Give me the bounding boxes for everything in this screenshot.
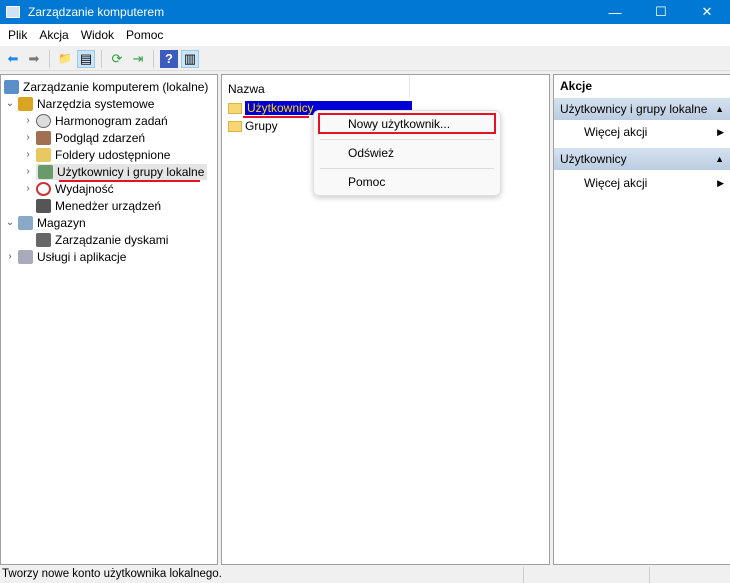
refresh-icon[interactable]: ⟳ — [108, 50, 126, 68]
status-divider — [523, 567, 524, 583]
tree-label: Usługi i aplikacje — [37, 249, 127, 264]
action-group-users[interactable]: Użytkownicy ▲ — [554, 148, 730, 170]
action-group-local-users-groups[interactable]: Użytkownicy i grupy lokalne ▲ — [554, 98, 730, 120]
menu-separator — [320, 139, 494, 140]
close-button[interactable]: ✕ — [684, 0, 730, 24]
tree-label: Zarządzanie dyskami — [55, 232, 169, 247]
export-list-icon[interactable]: ⇥ — [129, 50, 147, 68]
list-item-groups[interactable]: Grupy — [228, 118, 278, 134]
tree-item-shared-folders[interactable]: › Foldery udostępnione — [22, 146, 170, 163]
back-arrow-icon[interactable]: ⬅ — [4, 50, 22, 68]
tree-label: Harmonogram zadań — [55, 113, 168, 128]
chevron-right-icon[interactable]: › — [22, 166, 34, 177]
menu-separator — [320, 168, 494, 169]
tree-label: Menedżer urządzeń — [55, 198, 162, 213]
device-manager-icon — [36, 198, 51, 213]
tree-item-services-apps[interactable]: › Usługi i aplikacje — [4, 248, 126, 265]
actions-pane: Akcje Użytkownicy i grupy lokalne ▲ Więce… — [553, 74, 730, 565]
action-more-actions[interactable]: Więcej akcji ▶ — [584, 122, 730, 142]
action-group-label: Użytkownicy — [560, 152, 627, 166]
computer-icon — [4, 79, 19, 94]
action-label: Więcej akcji — [584, 176, 648, 190]
column-header-name[interactable]: Nazwa — [228, 82, 265, 96]
collapse-triangle-icon[interactable]: ▲ — [715, 104, 724, 114]
tree-label: Wydajność — [55, 181, 114, 196]
menu-akcja[interactable]: Akcja — [33, 28, 74, 42]
folder-icon — [228, 102, 242, 114]
toolbar-separator — [153, 49, 154, 68]
submenu-arrow-icon: ▶ — [717, 126, 724, 137]
tree-item-performance[interactable]: › Wydajność — [22, 180, 114, 197]
actions-title: Akcje — [560, 79, 593, 93]
chevron-right-icon[interactable]: › — [22, 149, 34, 160]
status-bar: Tworzy nowe konto użytkownika lokalnego. — [0, 565, 730, 583]
chevron-right-icon[interactable]: › — [22, 183, 34, 194]
action-more-actions[interactable]: Więcej akcji ▶ — [584, 173, 730, 193]
menu-item-new-user[interactable]: Nowy użytkownik... — [348, 117, 450, 131]
up-folder-icon[interactable]: 📁 — [56, 50, 74, 68]
tree-label: Zarządzanie komputerem (lokalne) — [23, 79, 209, 94]
tree-item-storage[interactable]: ⌄ Magazyn — [4, 214, 86, 231]
computer-management-icon — [6, 6, 20, 18]
title-bar: Zarządzanie komputerem — ☐ ✕ — [0, 0, 730, 24]
tree-item-system-tools[interactable]: ⌄ Narzędzia systemowe — [4, 95, 154, 112]
toolbar-separator — [101, 49, 102, 68]
show-hide-action-pane-icon[interactable]: ▥ — [181, 49, 199, 68]
event-log-icon — [36, 130, 51, 145]
tree-item-computer-management[interactable]: Zarządzanie komputerem (lokalne) — [4, 78, 208, 95]
clock-icon — [36, 113, 51, 128]
help-icon[interactable]: ? — [160, 49, 178, 68]
services-icon — [18, 249, 33, 264]
action-group-label: Użytkownicy i grupy lokalne — [560, 102, 708, 116]
minimize-button[interactable]: — — [592, 0, 638, 24]
chevron-down-icon[interactable]: ⌄ — [4, 217, 16, 228]
forward-arrow-icon[interactable]: ➡ — [25, 50, 43, 68]
collapse-triangle-icon[interactable]: ▲ — [715, 154, 724, 164]
disk-icon — [36, 232, 51, 247]
menu-widok[interactable]: Widok — [75, 28, 120, 42]
context-menu: Nowy użytkownik... Odśwież Pomoc — [313, 110, 501, 196]
maximize-button[interactable]: ☐ — [638, 0, 684, 24]
chevron-down-icon[interactable]: ⌄ — [4, 98, 16, 109]
column-divider[interactable] — [409, 75, 410, 97]
tree-item-local-users-groups[interactable]: › Użytkownicy i grupy lokalne — [22, 163, 208, 180]
tree-item-task-scheduler[interactable]: › Harmonogram zadań — [22, 112, 168, 129]
users-icon — [38, 164, 53, 179]
list-item-label: Grupy — [245, 119, 278, 133]
status-text: Tworzy nowe konto użytkownika lokalnego. — [2, 568, 222, 580]
tree-label: Narzędzia systemowe — [37, 96, 155, 111]
tree-label: Foldery udostępnione — [55, 147, 171, 162]
menu-plik[interactable]: Plik — [2, 28, 33, 42]
window-title: Zarządzanie komputerem — [28, 5, 165, 19]
menu-item-help[interactable]: Pomoc — [348, 175, 385, 189]
menu-item-refresh[interactable]: Odśwież — [348, 146, 394, 160]
chevron-right-icon[interactable]: › — [22, 115, 34, 126]
tools-icon — [18, 96, 33, 111]
storage-icon — [18, 215, 33, 230]
toolbar: ⬅ ➡ 📁 ▤ ⟳ ⇥ ? ▥ — [0, 47, 730, 71]
folder-icon — [228, 120, 242, 132]
tree-label: Podgląd zdarzeń — [55, 130, 146, 145]
status-divider — [649, 567, 650, 583]
tree-item-event-viewer[interactable]: › Podgląd zdarzeń — [22, 129, 145, 146]
console-tree: Zarządzanie komputerem (lokalne) ⌄ Narzęd… — [0, 74, 218, 565]
chevron-right-icon[interactable]: › — [4, 251, 16, 262]
submenu-arrow-icon: ▶ — [717, 177, 724, 188]
chevron-right-icon[interactable]: › — [22, 132, 34, 143]
show-hide-tree-icon[interactable]: ▤ — [77, 49, 95, 68]
tree-item-disk-management[interactable]: Zarządzanie dyskami — [22, 231, 168, 248]
performance-icon — [36, 181, 51, 196]
menu-bar: Plik Akcja Widok Pomoc — [0, 24, 730, 46]
tree-label: Użytkownicy i grupy lokalne — [57, 164, 205, 179]
tree-item-device-manager[interactable]: Menedżer urządzeń — [22, 197, 161, 214]
tree-label: Magazyn — [37, 215, 86, 230]
menu-pomoc[interactable]: Pomoc — [120, 28, 169, 42]
shared-folder-icon — [36, 147, 51, 162]
toolbar-separator — [49, 49, 50, 68]
action-label: Więcej akcji — [584, 125, 648, 139]
